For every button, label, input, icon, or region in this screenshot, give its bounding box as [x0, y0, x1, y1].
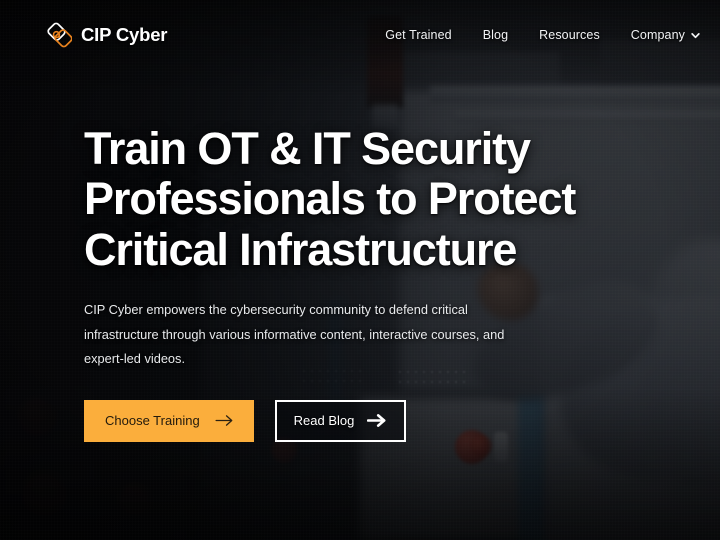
hero-cta-row: Choose Training Read Blog	[84, 399, 604, 442]
site-header: CIP Cyber Get Trained Blog Resources Com…	[0, 0, 720, 70]
cip-cyber-logo-icon	[47, 22, 72, 48]
nav-item-blog[interactable]: Blog	[483, 28, 508, 42]
nav-item-resources[interactable]: Resources	[539, 28, 600, 42]
nav-item-company[interactable]: Company	[631, 28, 700, 42]
arrow-right-icon	[215, 415, 233, 427]
main-navigation: Get Trained Blog Resources Company	[385, 28, 700, 42]
brand-logo-link[interactable]: CIP Cyber	[46, 22, 167, 48]
hero-headline: Train OT & IT Security Professionals to …	[84, 123, 576, 275]
hero-page: CIP Cyber Get Trained Blog Resources Com…	[0, 0, 720, 540]
nav-item-company-label: Company	[630, 28, 685, 42]
choose-training-button[interactable]: Choose Training	[84, 399, 254, 442]
choose-training-label: Choose Training	[105, 413, 200, 429]
brand-name: CIP Cyber	[81, 24, 168, 45]
hero-section: Train OT & IT Security Professionals to …	[0, 0, 720, 540]
chevron-down-icon	[691, 32, 700, 38]
read-blog-button[interactable]: Read Blog	[274, 399, 407, 442]
read-blog-label: Read Blog	[293, 413, 355, 429]
nav-item-get-trained[interactable]: Get Trained	[385, 28, 451, 42]
arrow-right-icon	[367, 414, 386, 428]
hero-subtitle: CIP Cyber empowers the cybersecurity com…	[84, 302, 505, 367]
